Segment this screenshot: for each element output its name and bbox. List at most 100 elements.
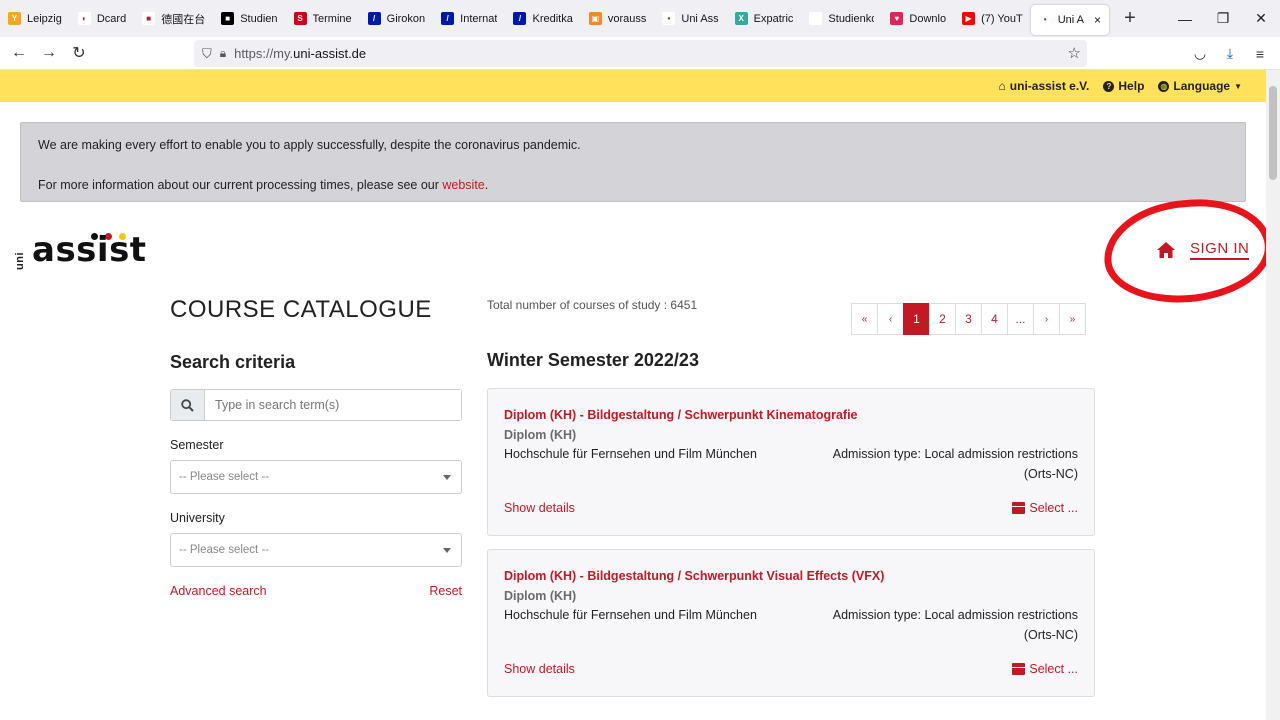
tab-favicon-icon: Y <box>8 12 21 25</box>
select-course-button[interactable]: Select ... <box>1012 662 1078 676</box>
course-card: Diplom (KH) - Bildgestaltung / Schwerpun… <box>487 388 1095 536</box>
url-text[interactable]: https://my.uni-assist.de <box>234 46 366 61</box>
university-select[interactable]: -- Please select -- <box>170 533 462 567</box>
reload-button[interactable]: ↻ <box>64 38 94 68</box>
browser-tab[interactable]: • Uni A × <box>1030 4 1110 35</box>
browser-tab[interactable]: S Termine <box>286 0 360 37</box>
show-details-link[interactable]: Show details <box>504 501 575 515</box>
lock-icon[interactable]: 🔒︎ <box>220 46 226 61</box>
tab-title: Expatric <box>753 12 794 25</box>
admission-type-note: (Orts-NC) <box>1023 467 1078 481</box>
tab-title: Studienkolli <box>828 12 875 25</box>
browser-tab[interactable]: ♥ Downlo <box>882 0 954 37</box>
tab-title: Uni Ass <box>681 12 719 25</box>
admission-type-line: Admission type: Local admission restrict… <box>832 608 1078 622</box>
advanced-search-link[interactable]: Advanced search <box>170 584 267 598</box>
browser-tab[interactable]: / Internat <box>433 0 505 37</box>
search-input[interactable] <box>205 390 461 420</box>
tab-favicon-icon: ■ <box>142 12 156 25</box>
chevron-down-icon <box>443 474 451 480</box>
chevron-down-icon <box>443 547 451 553</box>
download-icon[interactable]: ⤓ <box>1218 40 1242 67</box>
admission-type-note: (Orts-NC) <box>1023 628 1078 642</box>
search-group <box>170 389 462 421</box>
browser-tab[interactable]: ◐ Dcard <box>70 0 134 37</box>
pagination-item[interactable]: 3 <box>955 303 982 335</box>
pagination-item[interactable]: ‹ <box>877 303 904 335</box>
pagination-item[interactable]: » <box>1059 303 1086 335</box>
tab-favicon-icon: / <box>441 12 455 25</box>
course-actions: Show details Select ... <box>504 662 1078 676</box>
pagination-item[interactable]: ... <box>1007 303 1034 335</box>
course-info-row: Hochschule für Fernsehen und Film Münche… <box>504 447 1078 484</box>
bookmark-star-icon[interactable]: ☆ <box>1068 44 1081 62</box>
browser-tab[interactable]: Y Leipzig <box>0 0 70 37</box>
uni-assist-logo[interactable]: uni assist <box>14 230 154 274</box>
minimize-button[interactable]: — <box>1166 0 1204 37</box>
caret-down-icon: ▼ <box>1234 81 1242 91</box>
show-details-link[interactable]: Show details <box>504 662 575 676</box>
browser-tab[interactable]: Studienkolli <box>801 0 882 37</box>
browser-tab[interactable]: ■ Studien <box>213 0 285 37</box>
browser-tab[interactable]: • Uni Ass <box>654 0 726 37</box>
select-course-button[interactable]: Select ... <box>1012 501 1078 515</box>
website-link[interactable]: website <box>442 178 484 192</box>
close-tab-icon[interactable]: × <box>1094 13 1101 27</box>
top-utility-bar: ⌂ uni-assist e.V. ? Help ◍ Language ▼ <box>0 70 1266 102</box>
tab-title: vorauss <box>607 12 647 25</box>
admission-type-line: Admission type: Local admission restrict… <box>832 447 1078 461</box>
course-title-link[interactable]: Diplom (KH) - Bildgestaltung / Schwerpun… <box>504 569 1078 583</box>
sign-in-label: SIGN IN <box>1190 240 1250 260</box>
course-title-link[interactable]: Diplom (KH) - Bildgestaltung / Schwerpun… <box>504 408 1078 422</box>
sign-in-link[interactable]: SIGN IN <box>1156 240 1250 260</box>
page-scrollbar[interactable] <box>1266 70 1280 720</box>
menu-icon[interactable]: ≡ <box>1248 40 1272 67</box>
tab-favicon-icon: X <box>734 12 748 25</box>
new-tab-button[interactable]: + <box>1117 7 1143 30</box>
browser-nav-bar: ← → ↻ ⛉ 🔒︎ https://my.uni-assist.de ☆ ◡ … <box>0 37 1280 70</box>
pocket-icon[interactable]: ◡ <box>1188 40 1212 67</box>
address-bar[interactable]: ⛉ 🔒︎ https://my.uni-assist.de ☆ <box>194 40 1087 67</box>
home-link[interactable]: ⌂ uni-assist e.V. <box>999 79 1090 93</box>
tab-title: Downlo <box>909 12 947 25</box>
pagination-item[interactable]: 4 <box>981 303 1008 335</box>
tab-title: Girokon <box>386 12 426 25</box>
pagination-item[interactable]: 1 <box>903 303 930 335</box>
search-criteria-heading: Search criteria <box>170 352 296 372</box>
browser-tab[interactable]: ▶ (7) YouT <box>954 0 1031 37</box>
close-window-button[interactable]: ✕ <box>1242 0 1280 37</box>
restore-button[interactable]: ❐ <box>1204 0 1242 37</box>
pagination-item[interactable]: › <box>1033 303 1060 335</box>
help-link[interactable]: ? Help <box>1103 79 1144 93</box>
browser-tab[interactable]: ▣ vorauss <box>581 0 655 37</box>
results-panel: Total number of courses of study : 6451 … <box>487 298 1095 697</box>
back-button[interactable]: ← <box>4 38 34 68</box>
language-dropdown[interactable]: ◍ Language ▼ <box>1158 79 1242 93</box>
browser-tab[interactable]: / Girokon <box>360 0 434 37</box>
shield-icon[interactable]: ⛉ <box>202 46 212 62</box>
browser-tab[interactable]: X Expatric <box>727 0 802 37</box>
scrollbar-thumb[interactable] <box>1269 86 1277 180</box>
tab-favicon-icon: / <box>367 12 381 25</box>
globe-icon: ◍ <box>1158 80 1170 92</box>
tab-favicon-icon: ▶ <box>962 12 976 25</box>
course-degree: Diplom (KH) <box>504 589 577 603</box>
browser-tab[interactable]: / Kreditka <box>505 0 580 37</box>
pagination-item[interactable]: 2 <box>929 303 956 335</box>
select-label: Select ... <box>1029 501 1078 515</box>
page-title: COURSE CATALOGUE <box>170 296 432 323</box>
pagination-item[interactable]: « <box>851 303 878 335</box>
search-links: Advanced search Reset <box>170 584 462 598</box>
browser-tab[interactable]: ■ 德國在台 <box>134 0 213 37</box>
tab-list: Y Leipzig ◐ Dcard ■ 德國在台 ■ Studien S Termine / Giro… <box>0 0 1110 37</box>
course-card: Diplom (KH) - Bildgestaltung / Schwerpun… <box>487 549 1095 697</box>
tab-title: 德國在台 <box>161 13 206 26</box>
reset-link[interactable]: Reset <box>429 584 462 598</box>
gift-icon <box>1012 502 1026 514</box>
forward-button[interactable]: → <box>34 38 64 68</box>
question-icon: ? <box>1103 80 1115 92</box>
search-icon[interactable] <box>171 390 205 420</box>
page-viewport: ⌂ uni-assist e.V. ? Help ◍ Language ▼ We are… <box>0 70 1266 720</box>
gift-icon <box>1012 663 1026 675</box>
semester-select[interactable]: -- Please select -- <box>170 460 462 494</box>
